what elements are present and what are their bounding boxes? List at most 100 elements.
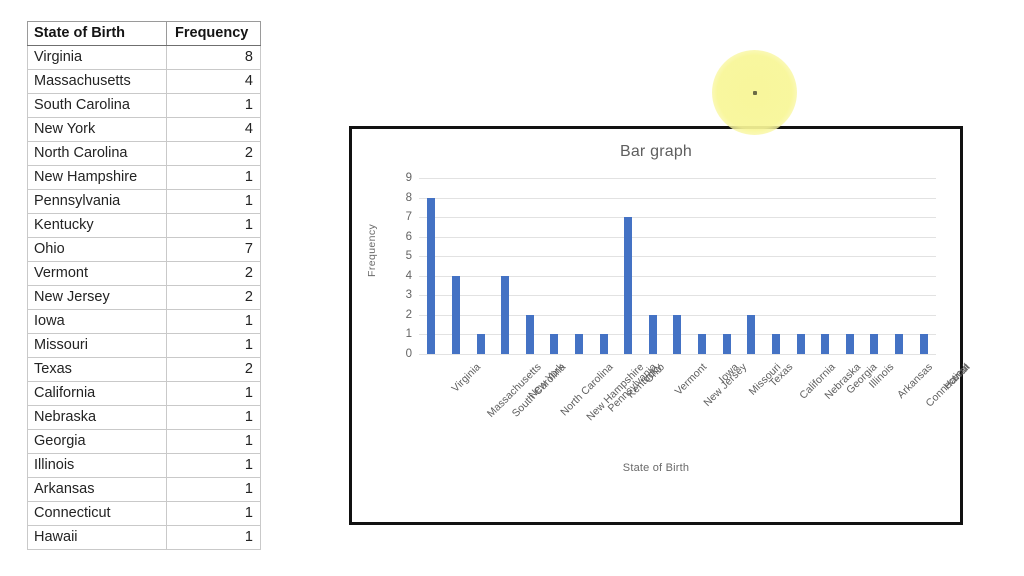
- cell-frequency: 1: [166, 405, 261, 430]
- bar[interactable]: [796, 334, 805, 354]
- gridline: [419, 354, 936, 355]
- table-row: New Hampshire 1: [27, 165, 261, 190]
- table-row: Connecticut 1: [27, 501, 261, 526]
- bar[interactable]: [870, 334, 879, 354]
- cell-state: New Hampshire: [27, 165, 167, 190]
- cell-state: North Carolina: [27, 141, 167, 166]
- bar[interactable]: [747, 314, 756, 354]
- bar[interactable]: [427, 197, 436, 354]
- bar[interactable]: [525, 314, 534, 354]
- table-body: Virginia 8 Massachusetts 4 South Carolina 1 Ne…: [27, 45, 261, 550]
- cell-state: Arkansas: [27, 477, 167, 502]
- cell-state: Connecticut: [27, 501, 167, 526]
- bar-slot: Connecticut: [887, 178, 972, 409]
- y-axis-tick-label: 8: [405, 191, 412, 204]
- table-row: Illinois 1: [27, 453, 261, 478]
- cursor-dot-icon: [752, 90, 757, 95]
- table-row: North Carolina 2: [27, 141, 261, 166]
- cell-frequency: 1: [166, 453, 261, 478]
- bar-slot: Virginia: [419, 178, 483, 395]
- column-header-frequency: Frequency: [166, 21, 261, 46]
- table-row: Iowa 1: [27, 309, 261, 334]
- bar[interactable]: [501, 275, 510, 354]
- x-axis-title: State of Birth: [622, 462, 690, 474]
- bar-slot: California: [764, 178, 838, 402]
- cell-frequency: 1: [166, 429, 261, 454]
- cell-state: Nebraska: [27, 405, 167, 430]
- cell-frequency: 1: [166, 525, 261, 550]
- bar-chart-object[interactable]: Bar graph Frequency 0123456789 Virginia M…: [349, 126, 973, 525]
- table-row: Ohio 7: [27, 237, 261, 262]
- cell-state: Texas: [27, 357, 167, 382]
- cell-frequency: 1: [166, 477, 261, 502]
- column-header-state: State of Birth: [27, 21, 167, 46]
- cell-frequency: 1: [166, 309, 261, 334]
- table-row: New York 4: [27, 117, 261, 142]
- bar[interactable]: [599, 334, 608, 354]
- bar[interactable]: [698, 334, 707, 354]
- bar-slot: Illinois: [838, 178, 896, 391]
- x-axis-tick-label: Hawaii: [941, 361, 973, 393]
- cell-state: Iowa: [27, 309, 167, 334]
- bar[interactable]: [919, 334, 928, 354]
- cell-state: Kentucky: [27, 213, 167, 238]
- bar[interactable]: [648, 314, 657, 354]
- bar[interactable]: [673, 314, 682, 354]
- y-axis-tick-label: 3: [405, 289, 412, 302]
- cell-state: Georgia: [27, 429, 167, 454]
- y-axis-tick-label: 7: [405, 211, 412, 224]
- table-row: Pennsylvania 1: [27, 189, 261, 214]
- bar[interactable]: [845, 334, 854, 354]
- bar-slot: Pennsylvania: [567, 178, 659, 415]
- cell-frequency: 7: [166, 237, 261, 262]
- cell-frequency: 1: [166, 381, 261, 406]
- table-row: Arkansas 1: [27, 477, 261, 502]
- plot-area: 0 1 2 3 4 5 6 7 8 9 Virginia Massachusetts South Ca…: [406, 172, 973, 423]
- bar-slot: Texas: [739, 178, 796, 389]
- bar-slot: Georgia: [813, 178, 880, 396]
- cell-state: South Carolina: [27, 93, 167, 118]
- bar[interactable]: [821, 334, 830, 354]
- table-row: Kentucky 1: [27, 213, 261, 238]
- bar-slot: Nebraska: [788, 178, 863, 402]
- cell-frequency: 8: [166, 45, 261, 70]
- y-axis-tick-label: 2: [405, 308, 412, 321]
- table-row: California 1: [27, 381, 261, 406]
- bar-slot: Arkansas: [862, 178, 936, 401]
- bar[interactable]: [575, 334, 583, 354]
- cell-frequency: 1: [166, 165, 261, 190]
- table-row: Hawaii 1: [27, 525, 261, 550]
- table-row: Georgia 1: [27, 429, 261, 454]
- x-axis-tick-label: Vermont: [672, 361, 710, 398]
- cell-frequency: 1: [166, 93, 261, 118]
- cell-state: Ohio: [27, 237, 167, 262]
- table-row: Nebraska 1: [27, 405, 261, 430]
- cell-frequency: 1: [166, 333, 261, 358]
- bar[interactable]: [624, 217, 633, 354]
- table-row: Massachusetts 4: [27, 69, 261, 94]
- cell-state: Pennsylvania: [27, 189, 167, 214]
- x-axis-tick-label: Virginia: [449, 361, 484, 395]
- bar-slot: New York: [493, 178, 567, 401]
- bar[interactable]: [550, 334, 559, 354]
- cell-state: Virginia: [27, 45, 167, 70]
- bar[interactable]: [895, 334, 904, 354]
- bar-slot: Massachusetts: [444, 178, 544, 420]
- cell-frequency: 1: [166, 501, 261, 526]
- bar[interactable]: [476, 334, 485, 354]
- cell-state: Vermont: [27, 261, 167, 286]
- bar[interactable]: [771, 334, 780, 354]
- bar[interactable]: [451, 275, 460, 354]
- cell-state: New Jersey: [27, 285, 167, 310]
- bar-slot: Vermont: [641, 178, 709, 398]
- cell-state: Illinois: [27, 453, 167, 478]
- bar-slot: Missouri: [714, 178, 783, 398]
- bar-slot: Iowa: [690, 178, 741, 385]
- bar-slot: Kentucky: [591, 178, 664, 401]
- table-row: Texas 2: [27, 357, 261, 382]
- bar-slot: New Jersey: [665, 178, 750, 409]
- frequency-table: State of Birth Frequency Virginia 8 Massac…: [27, 21, 261, 550]
- bar-slot: South Carolina: [468, 178, 568, 420]
- bar[interactable]: [722, 334, 731, 354]
- cell-state: Missouri: [27, 333, 167, 358]
